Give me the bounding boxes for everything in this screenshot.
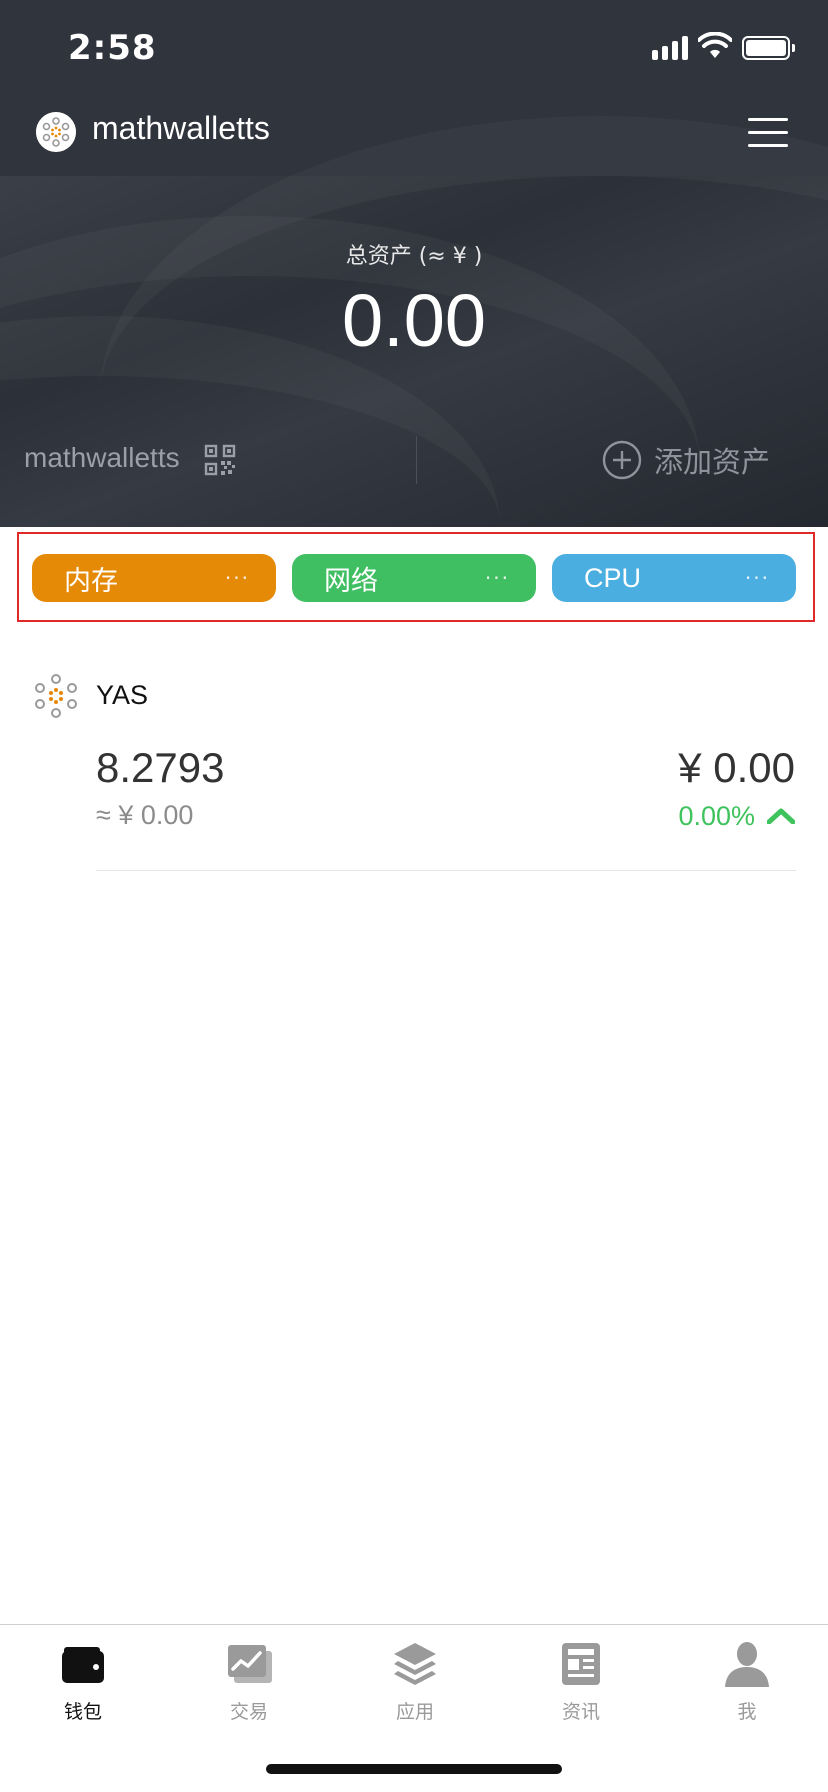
tab-news[interactable]: 资讯 — [498, 1639, 664, 1739]
wallet-header: 2:58 mathwalletts 总资产 (≈ ¥) 0.00 mathwa… — [0, 0, 828, 527]
token-amount: 8.2793 — [96, 744, 225, 791]
news-icon — [562, 1643, 600, 1685]
tab-label: 资讯 — [561, 1701, 600, 1723]
tab-label: 交易 — [229, 1701, 268, 1723]
battery-icon — [742, 36, 795, 60]
network-resource-button[interactable]: 网络 ··· — [292, 554, 536, 602]
qr-code-icon[interactable] — [204, 444, 236, 476]
token-name: YAS — [96, 680, 149, 710]
more-dots-icon: ··· — [744, 566, 770, 590]
row-divider — [96, 870, 796, 871]
layers-icon — [394, 1643, 436, 1685]
total-assets-value: 0.00 — [341, 279, 487, 362]
plus-circle-icon — [602, 440, 642, 480]
hamburger-menu-icon[interactable] — [748, 118, 788, 148]
tab-apps[interactable]: 应用 — [332, 1639, 498, 1739]
token-price: ¥ 0.00 — [678, 744, 795, 791]
status-bar: 2:58 — [0, 0, 828, 100]
token-change-percent: 0.00% — [678, 800, 755, 831]
resource-bar: 内存 ··· 网络 ··· CPU ··· — [17, 532, 815, 622]
tab-label: 我 — [737, 1701, 757, 1723]
tab-me[interactable]: 我 — [664, 1639, 828, 1739]
wallet-name[interactable]: mathwalletts — [92, 110, 270, 147]
status-time: 2:58 — [68, 28, 157, 68]
network-label: 网络 — [324, 565, 378, 596]
account-name[interactable]: mathwalletts — [24, 442, 180, 474]
header-divider — [416, 436, 417, 484]
total-assets-label: 总资产 (≈ ¥ ) — [345, 244, 483, 269]
yas-token-icon — [35, 674, 77, 718]
more-dots-icon: ··· — [484, 566, 510, 590]
more-dots-icon: ··· — [224, 566, 250, 590]
mathwallet-logo-icon — [36, 112, 76, 152]
token-change: 0.00% — [678, 800, 795, 832]
chart-icon — [228, 1645, 272, 1683]
arrow-up-icon — [767, 808, 795, 824]
app-bar: mathwalletts — [0, 100, 828, 176]
add-asset-label: 添加资产 — [654, 445, 771, 479]
cpu-resource-button[interactable]: CPU ··· — [552, 554, 796, 602]
tab-label: 应用 — [395, 1701, 434, 1723]
tab-wallet[interactable]: 钱包 — [0, 1639, 166, 1739]
tab-label: 钱包 — [63, 1701, 102, 1723]
add-asset-button[interactable]: 添加资产 — [602, 440, 770, 480]
tab-trade[interactable]: 交易 — [166, 1639, 332, 1739]
cellular-signal-icon — [652, 36, 688, 60]
home-indicator — [266, 1764, 562, 1774]
cpu-label: CPU — [584, 562, 642, 593]
token-cny-value: ≈ ¥ 0.00 — [96, 800, 194, 830]
wifi-icon — [698, 32, 732, 58]
wallet-icon — [62, 1647, 104, 1683]
user-icon — [725, 1642, 769, 1687]
memory-label: 内存 — [64, 565, 118, 596]
memory-resource-button[interactable]: 内存 ··· — [32, 554, 276, 602]
